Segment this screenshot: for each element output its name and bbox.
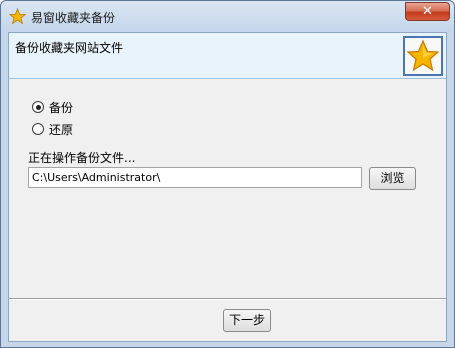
radio-button-backup[interactable] — [32, 101, 44, 113]
window-title: 易窗收藏夹备份 — [31, 11, 116, 25]
client-area: 备份收藏夹网站文件 备份 还原 正在操作备份文件... 浏览 下一步 — [8, 32, 447, 342]
radio-label-backup: 备份 — [49, 100, 74, 115]
header-panel: 备份收藏夹网站文件 — [9, 33, 446, 79]
radio-button-restore[interactable] — [32, 123, 44, 135]
file-path-label: 正在操作备份文件... — [28, 151, 136, 165]
star-icon — [406, 39, 440, 72]
header-title: 备份收藏夹网站文件 — [15, 41, 124, 55]
backup-window: 易窗收藏夹备份 ✕ 备份收藏夹网站文件 备份 还原 正在操作备份文件... 浏览 — [0, 0, 455, 348]
title-bar[interactable]: 易窗收藏夹备份 ✕ — [1, 1, 454, 32]
radio-label-restore: 还原 — [49, 122, 74, 137]
radio-backup[interactable]: 备份 — [32, 99, 73, 115]
next-button[interactable]: 下一步 — [223, 309, 271, 332]
file-path-input[interactable] — [28, 167, 362, 188]
star-icon — [9, 8, 26, 25]
radio-restore[interactable]: 还原 — [32, 121, 73, 137]
footer-divider — [9, 298, 446, 300]
close-button[interactable]: ✕ — [405, 2, 450, 21]
browse-button[interactable]: 浏览 — [369, 167, 416, 190]
close-icon: ✕ — [422, 4, 433, 19]
header-star-frame — [403, 36, 443, 76]
